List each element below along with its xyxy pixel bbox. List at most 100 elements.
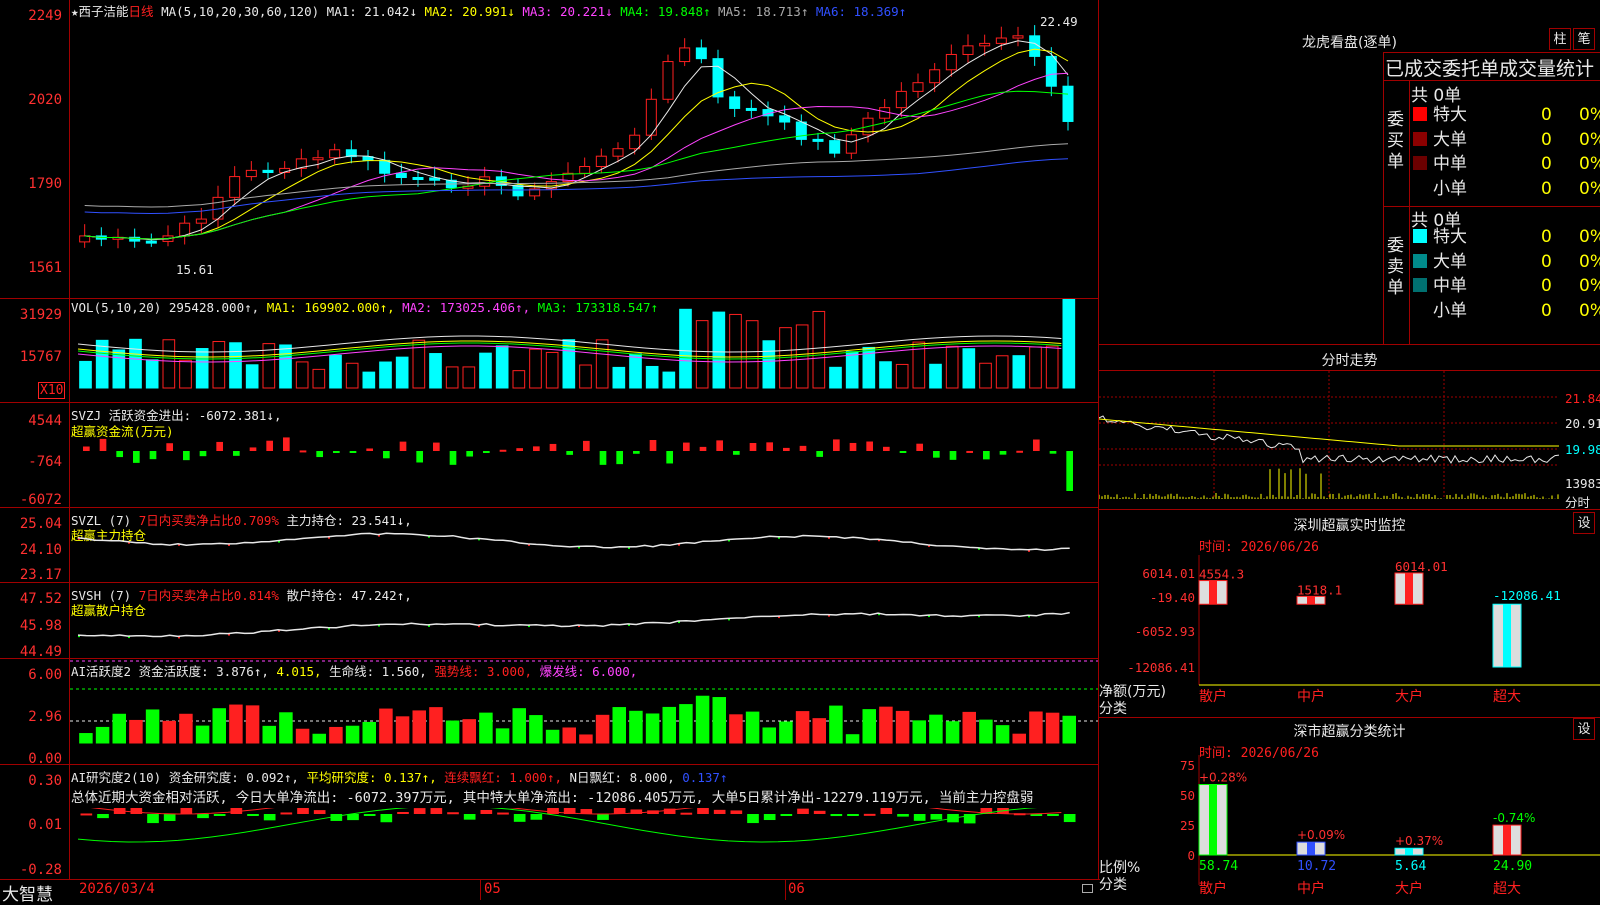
flow-bar: [733, 451, 740, 455]
svzj-flow-chart[interactable]: [70, 403, 1098, 507]
moving-average-line: [84, 40, 1069, 241]
research-bar: [247, 814, 259, 816]
activity-bar: [462, 719, 476, 744]
tick-view-button[interactable]: 笔: [1573, 28, 1595, 50]
activity-bar: [779, 721, 793, 744]
buy-row-2: 中单 0 0%: [1413, 152, 1600, 176]
volume-bar: [179, 359, 192, 389]
volume-bar-chart[interactable]: [70, 299, 1098, 402]
candlestick: [629, 134, 641, 150]
monitor-bar-stripe: [1503, 604, 1511, 667]
flow-bar: [499, 449, 507, 452]
candlestick: [195, 218, 207, 224]
lhb-tabs[interactable]: 已成交委托单成交量统计: [1385, 54, 1594, 81]
research-bar: [813, 810, 826, 814]
candlestick: [745, 107, 757, 111]
price-candlestick-chart[interactable]: [70, 0, 1098, 298]
activity-bar: [245, 705, 260, 744]
activity-bar: [862, 709, 876, 744]
moving-average-line: [84, 48, 1069, 240]
svsh-line-chart[interactable]: [70, 583, 1098, 658]
row-pct: 0%: [1579, 251, 1600, 272]
flow-bar: [833, 439, 840, 451]
activity-bar: [662, 706, 676, 744]
row-pct: 0%: [1579, 154, 1600, 174]
ai-activity-chart[interactable]: [70, 659, 1098, 764]
flow-bar: [816, 451, 823, 457]
ai-research-header: AI研究度2(10) 资金研究度: 0.092↑, 平均研究度: 0.137↑,…: [71, 770, 728, 785]
flow-bar: [433, 442, 440, 451]
row-label: 特大: [1433, 227, 1467, 247]
row-count: 0: [1541, 227, 1552, 247]
sell-side-label: 委卖单: [1387, 236, 1404, 298]
sell-row-2: 中单 0 0%: [1413, 274, 1600, 298]
volume-bar: [479, 352, 492, 389]
stat-bar-stripe: [1503, 825, 1511, 855]
research-bar: [497, 812, 509, 815]
stat-bar-chart[interactable]: 75 50 25 0 +0.28% 58.74 散户 +0.09% 10.72 中户 +0.37% 5…: [1099, 755, 1600, 900]
research-bar: [530, 814, 543, 820]
candlestick: [729, 96, 741, 109]
ai-research-chart[interactable]: [70, 808, 1098, 879]
flow-bar: [916, 443, 923, 451]
flow-bar: [399, 441, 407, 451]
fenshi-axis-tick: 19.98: [1565, 442, 1600, 457]
monitor-title: 深圳超赢实时监控: [1293, 518, 1406, 534]
flow-bar: [116, 451, 123, 458]
monitor-axis-tick: 6014.01: [1142, 566, 1195, 581]
volume-bar: [279, 344, 292, 389]
vol-axis-tick: 31929: [19, 307, 62, 323]
research-bar: [413, 808, 426, 814]
candlestick: [1012, 35, 1024, 39]
research-bar: [680, 812, 693, 815]
activity-bar: [1012, 733, 1026, 744]
flow-bar: [516, 448, 523, 451]
monitor-bar-label: -12086.41: [1493, 588, 1561, 603]
flow-bar: [783, 447, 790, 451]
svzl-line-chart[interactable]: [70, 508, 1098, 582]
bar-view-button[interactable]: 柱: [1549, 28, 1571, 50]
ai-research-summary: 总体近期大资金相对活跃, 今日大单净流出: -6072.397万元, 其中特大单…: [71, 790, 1034, 806]
ai-research-axis-tick: 0.01: [28, 817, 62, 833]
lock-icon[interactable]: [1082, 884, 1093, 893]
activity-bar: [679, 704, 693, 744]
stat-bar-stripe: [1209, 784, 1217, 855]
flow-bar: [449, 451, 457, 465]
volume-bar: [145, 359, 159, 389]
volume-bar: [395, 356, 409, 389]
candlestick: [779, 115, 791, 123]
volume-bar: [1045, 345, 1059, 389]
buy-row-0: 特大 0 0%: [1413, 103, 1600, 127]
stat-category: 散户: [1199, 880, 1227, 897]
flow-bar: [466, 451, 473, 457]
activity-bar: [79, 733, 93, 744]
monitor-bar-label: 1518.1: [1297, 582, 1342, 597]
candlestick: [679, 47, 691, 63]
intraday-chart[interactable]: [1099, 371, 1600, 509]
monitor-settings-button[interactable]: 设: [1573, 512, 1595, 534]
low-price-mark: 15.61: [176, 262, 214, 277]
stat-settings-button[interactable]: 设: [1573, 718, 1595, 740]
research-bar: [430, 808, 443, 814]
volume-bar: [645, 365, 659, 389]
research-bar: [863, 813, 876, 816]
ai-activity-axis-tick: 6.00: [28, 667, 62, 683]
volume-bar: [195, 348, 209, 389]
flow-bar: [983, 451, 990, 460]
stat-pct-label: 5.64: [1395, 859, 1426, 874]
activity-bar: [545, 729, 560, 744]
volume-bar: [595, 339, 609, 389]
research-bar: [1063, 814, 1076, 823]
svzj-axis-tick: -6072: [19, 492, 62, 508]
candlestick: [579, 166, 591, 174]
color-swatch: [1413, 278, 1427, 292]
flow-bar: [199, 451, 207, 457]
volume-bar: [162, 339, 176, 389]
research-bar: [347, 814, 359, 821]
candlestick: [412, 176, 424, 180]
main-chart-area[interactable]: ★西子洁能日线 MA(5,10,20,30,60,120) MA1: 21.04…: [0, 0, 1100, 905]
fenshi-axis-tick: 20.91: [1565, 416, 1600, 431]
stat-bar-stripe: [1405, 848, 1413, 855]
flow-bar: [633, 451, 640, 454]
monitor-bar-chart[interactable]: 6014.01 -19.40 -6052.93 -12086.41 4554.3 散户 15…: [1099, 555, 1600, 715]
